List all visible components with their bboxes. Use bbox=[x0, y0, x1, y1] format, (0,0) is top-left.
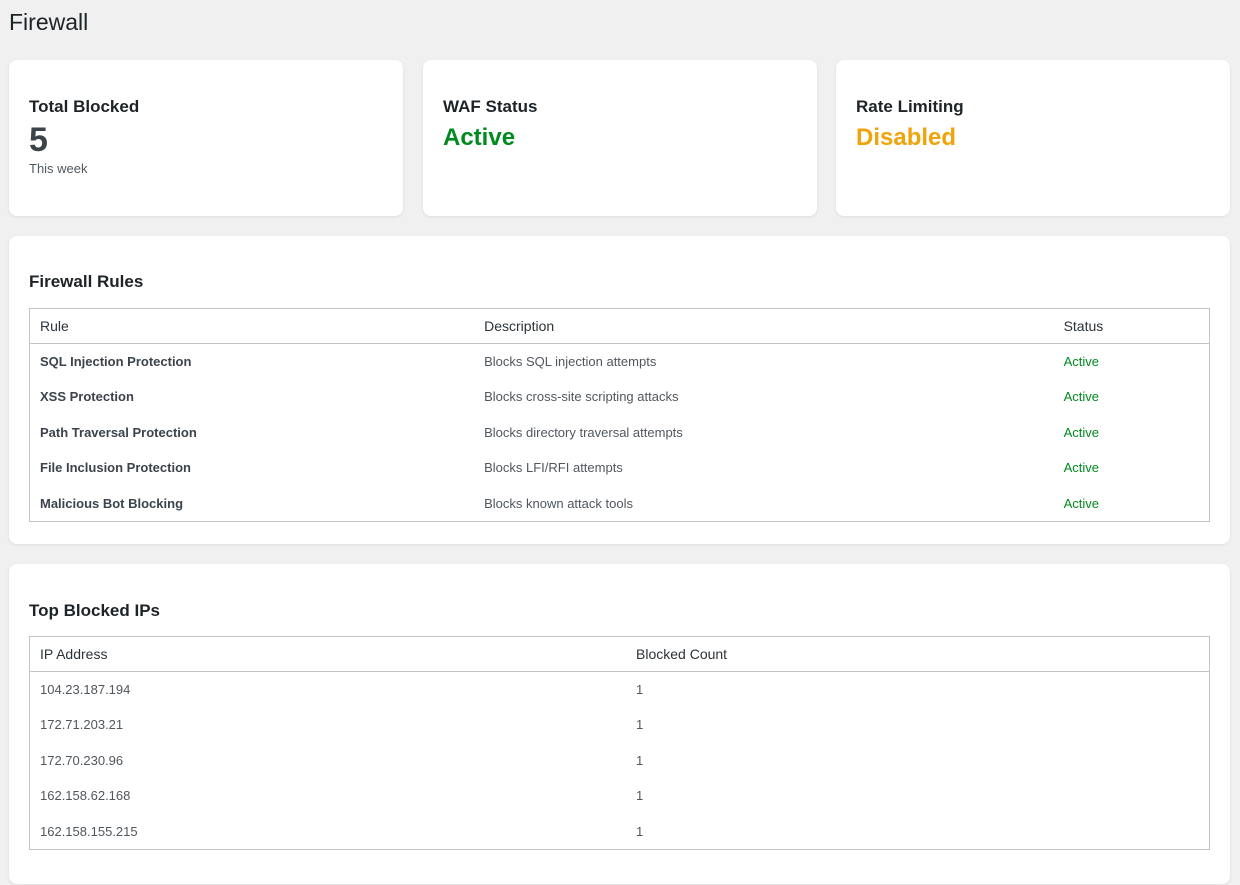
stat-card-total-blocked: Total Blocked 5 This week bbox=[9, 60, 403, 216]
table-row: SQL Injection Protection Blocks SQL inje… bbox=[30, 344, 1210, 380]
blocked-count: 1 bbox=[636, 752, 644, 768]
stat-label: Total Blocked bbox=[29, 97, 140, 116]
column-header-rule: Rule bbox=[29, 308, 475, 344]
top-blocked-ips-section: Top Blocked IPs IP Address Blocked Count… bbox=[9, 564, 1230, 884]
stat-sub-text: This week bbox=[29, 161, 88, 176]
section-title: Top Blocked IPs bbox=[29, 601, 160, 620]
ip-address: 172.70.230.96 bbox=[40, 752, 124, 768]
ip-address: 162.158.62.168 bbox=[40, 788, 131, 804]
section-title: Firewall Rules bbox=[29, 272, 144, 291]
rule-description: Blocks directory traversal attempts bbox=[484, 424, 683, 440]
stat-value-waf-status: Active bbox=[443, 124, 516, 151]
stat-label: WAF Status bbox=[443, 97, 538, 116]
ip-address: 104.23.187.194 bbox=[40, 682, 131, 697]
rule-name: Path Traversal Protection bbox=[40, 424, 197, 440]
table-row: Path Traversal Protection Blocks directo… bbox=[30, 415, 1210, 451]
table-header-row: IP Address Blocked Count bbox=[29, 636, 1210, 672]
rule-description: Blocks known attack tools bbox=[484, 495, 633, 511]
rule-name: Malicious Bot Blocking bbox=[40, 495, 184, 511]
table-row: 172.70.230.96 1 bbox=[30, 743, 1210, 779]
table-header-row: Rule Description Status bbox=[29, 308, 1210, 344]
rule-status: Active bbox=[1063, 460, 1099, 476]
rule-name: File Inclusion Protection bbox=[40, 460, 191, 476]
rule-status: Active bbox=[1063, 495, 1099, 511]
table-row: 104.23.187.194 1 bbox=[30, 672, 1210, 708]
stat-card-waf-status: WAF Status Active bbox=[423, 60, 817, 216]
page-title: Firewall bbox=[9, 9, 89, 35]
firewall-rules-section: Firewall Rules Rule Description Status S… bbox=[9, 236, 1230, 544]
column-header-status: Status bbox=[1053, 308, 1210, 344]
stat-card-rate-limiting: Rate Limiting Disabled bbox=[836, 60, 1230, 216]
table-row: 162.158.155.215 1 bbox=[30, 814, 1210, 850]
blocked-count: 1 bbox=[636, 823, 644, 839]
table-row: Malicious Bot Blocking Blocks known atta… bbox=[30, 486, 1210, 522]
rule-name: XSS Protection bbox=[40, 389, 134, 405]
rule-name: SQL Injection Protection bbox=[40, 354, 192, 369]
blocked-count: 1 bbox=[636, 788, 644, 804]
column-header-blocked-count: Blocked Count bbox=[626, 636, 1210, 672]
rule-status: Active bbox=[1063, 424, 1099, 440]
stat-label: Rate Limiting bbox=[856, 97, 964, 116]
table-row: 162.158.62.168 1 bbox=[30, 778, 1210, 814]
rule-description: Blocks cross-site scripting attacks bbox=[484, 389, 679, 405]
ip-address: 172.71.203.21 bbox=[40, 717, 124, 733]
blocked-ips-table: IP Address Blocked Count 104.23.187.194 … bbox=[29, 636, 1210, 850]
table-row: File Inclusion Protection Blocks LFI/RFI… bbox=[30, 450, 1210, 486]
blocked-count: 1 bbox=[636, 682, 644, 697]
ip-address: 162.158.155.215 bbox=[40, 823, 138, 839]
table-row: 172.71.203.21 1 bbox=[30, 707, 1210, 743]
blocked-count: 1 bbox=[636, 717, 644, 733]
rule-description: Blocks LFI/RFI attempts bbox=[484, 460, 623, 476]
firewall-rules-table: Rule Description Status SQL Injection Pr… bbox=[29, 308, 1210, 522]
rule-status: Active bbox=[1063, 354, 1099, 369]
table-row: XSS Protection Blocks cross-site scripti… bbox=[30, 379, 1210, 415]
column-header-ip-address: IP Address bbox=[29, 636, 627, 672]
rule-status: Active bbox=[1063, 389, 1099, 405]
stat-value-rate-limiting: Disabled bbox=[856, 124, 957, 151]
column-header-description: Description bbox=[474, 308, 1054, 344]
rule-description: Blocks SQL injection attempts bbox=[484, 354, 657, 369]
stat-value-total-blocked: 5 bbox=[29, 121, 48, 159]
